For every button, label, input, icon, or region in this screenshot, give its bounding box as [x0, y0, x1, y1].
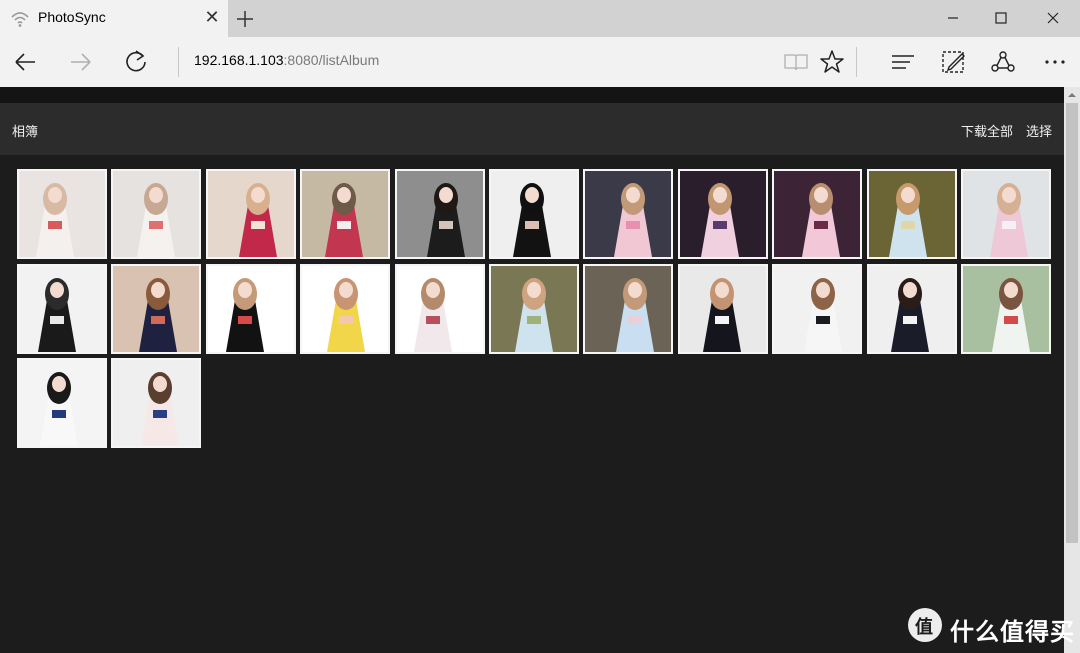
navigation-bar: 192.168.1.103:8080/listAlbum	[0, 37, 1080, 87]
photo-thumbnail[interactable]	[583, 169, 673, 259]
photo-image	[302, 266, 388, 352]
photo-image	[491, 266, 577, 352]
watermark: 值 什么值得买	[908, 608, 1078, 646]
photo-thumbnail[interactable]	[300, 264, 390, 354]
photo-image	[208, 266, 294, 352]
photo-image	[680, 171, 766, 257]
photo-thumbnail[interactable]	[867, 264, 957, 354]
photo-thumbnail[interactable]	[111, 169, 201, 259]
photo-thumbnail[interactable]	[300, 169, 390, 259]
forward-icon[interactable]	[66, 47, 96, 77]
photo-image	[19, 171, 105, 257]
reading-view-icon[interactable]	[781, 47, 811, 77]
photo-thumbnail[interactable]	[395, 264, 485, 354]
download-all-link[interactable]: 下载全部	[961, 121, 1013, 140]
scrollbar[interactable]	[1064, 87, 1080, 653]
photo-image	[585, 171, 671, 257]
tab-strip: PhotoSync ✕	[0, 0, 1080, 37]
scroll-up-arrow-icon[interactable]	[1064, 87, 1080, 103]
address-bar[interactable]: 192.168.1.103:8080/listAlbum	[194, 52, 379, 68]
back-icon[interactable]	[10, 47, 40, 77]
address-host: 192.168.1.103	[194, 52, 284, 68]
photo-thumbnail[interactable]	[678, 264, 768, 354]
browser-tab[interactable]: PhotoSync ✕	[0, 0, 228, 37]
photo-image	[113, 266, 199, 352]
photo-image	[774, 266, 860, 352]
refresh-icon[interactable]	[121, 47, 151, 77]
watermark-logo-glyph: 值	[915, 617, 933, 638]
more-icon[interactable]	[1040, 47, 1070, 77]
photo-image	[963, 266, 1049, 352]
photo-image	[397, 266, 483, 352]
photo-thumbnail[interactable]	[111, 358, 201, 448]
select-link[interactable]: 选择	[1026, 121, 1052, 140]
maximize-icon[interactable]	[978, 0, 1024, 37]
photo-image	[19, 360, 105, 446]
photo-thumbnail[interactable]	[111, 264, 201, 354]
favorite-star-icon[interactable]	[817, 47, 847, 77]
photo-thumbnail[interactable]	[206, 264, 296, 354]
close-icon[interactable]	[1030, 0, 1076, 37]
photo-thumbnail[interactable]	[17, 264, 107, 354]
hub-icon[interactable]	[888, 47, 918, 77]
photo-image	[208, 171, 294, 257]
tab-title: PhotoSync	[38, 9, 106, 25]
photo-image	[113, 171, 199, 257]
photo-thumbnail[interactable]	[489, 264, 579, 354]
album-header: 相簿 下载全部 选择	[0, 103, 1064, 155]
photo-image	[302, 171, 388, 257]
photo-thumbnail[interactable]	[961, 169, 1051, 259]
watermark-logo: 值	[908, 608, 942, 642]
photo-thumbnail[interactable]	[206, 169, 296, 259]
photo-image	[585, 266, 671, 352]
watermark-text: 什么值得买	[950, 618, 1075, 646]
nav-divider	[178, 47, 179, 77]
photo-image	[963, 171, 1049, 257]
photo-image	[491, 171, 577, 257]
photo-image	[869, 266, 955, 352]
toolbar-divider	[856, 47, 857, 77]
photo-thumbnail[interactable]	[17, 358, 107, 448]
photo-thumbnail[interactable]	[17, 169, 107, 259]
scroll-thumb[interactable]	[1066, 103, 1078, 543]
photo-image	[680, 266, 766, 352]
photo-thumbnail[interactable]	[867, 169, 957, 259]
photo-image	[869, 171, 955, 257]
tab-close-icon[interactable]: ✕	[200, 6, 224, 30]
album-title: 相簿	[12, 125, 39, 140]
web-note-icon[interactable]	[938, 47, 968, 77]
minimize-icon[interactable]	[930, 0, 976, 37]
photo-thumbnail[interactable]	[583, 264, 673, 354]
photo-image	[397, 171, 483, 257]
new-tab-icon[interactable]	[232, 6, 258, 32]
photo-thumbnail[interactable]	[961, 264, 1051, 354]
share-icon[interactable]	[988, 47, 1018, 77]
photo-thumbnail[interactable]	[772, 169, 862, 259]
photo-thumbnail[interactable]	[678, 169, 768, 259]
page-content: 相簿 下载全部 选择	[0, 87, 1064, 653]
photo-thumbnail[interactable]	[489, 169, 579, 259]
wifi-icon	[11, 12, 29, 27]
photo-image	[113, 360, 199, 446]
top-strip	[0, 87, 1064, 103]
photo-thumbnail[interactable]	[395, 169, 485, 259]
address-path: :8080/listAlbum	[283, 52, 380, 68]
photo-image	[774, 171, 860, 257]
photo-image	[19, 266, 105, 352]
photo-thumbnail[interactable]	[772, 264, 862, 354]
